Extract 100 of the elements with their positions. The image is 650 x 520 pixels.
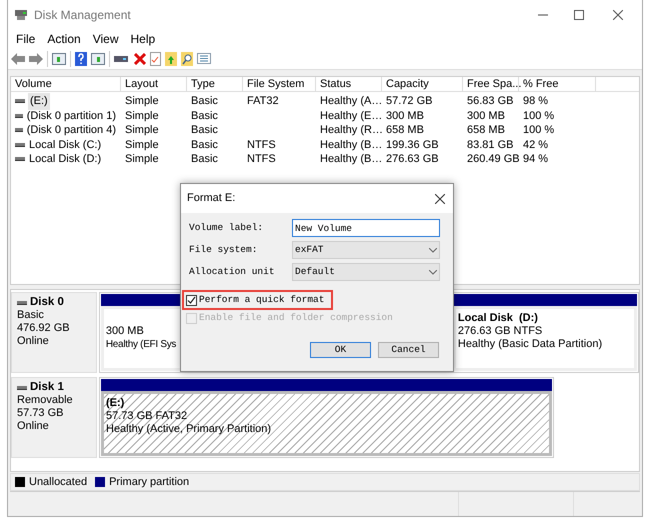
back-icon[interactable]: [11, 52, 25, 64]
volume-name[interactable]: (Disk 0 partition 1): [26, 108, 117, 124]
table-cell-text: Simple: [125, 108, 159, 124]
column-header[interactable]: Status: [316, 77, 382, 91]
column-header[interactable]: % Free: [519, 77, 596, 91]
drive-icon[interactable]: [114, 54, 130, 64]
partition-size: 276.63 GB NTFS: [458, 325, 544, 338]
table-cell-text: Simple: [125, 152, 159, 167]
column-header[interactable]: Volume: [11, 77, 121, 91]
table-cell-text: Healthy (A…: [320, 94, 382, 109]
text-field[interactable]: New Volume: [292, 219, 440, 237]
table-cell-text: 658 MB: [467, 123, 505, 138]
partition-label: (E:): [106, 397, 126, 410]
volume-name[interactable]: (Disk 0 partition 4): [26, 122, 117, 138]
table-cell-text: 276.63 GB: [386, 152, 439, 167]
table-cell-text: 199.36 GB: [386, 138, 439, 152]
table-cell-text: FAT32: [247, 94, 279, 109]
menu-item[interactable]: View: [86, 30, 124, 48]
volume-name[interactable]: (E:): [28, 93, 50, 110]
menu-item[interactable]: Help: [124, 30, 162, 48]
folder-search-icon[interactable]: [181, 52, 193, 66]
chevron-icon: [429, 270, 437, 274]
partition-size: 300 MB: [106, 325, 145, 338]
field-label: Allocation unit: [189, 264, 276, 279]
table-cell-text: Healthy (R…: [320, 123, 383, 138]
help-icon[interactable]: [75, 52, 87, 66]
table-cell-text: 260.49 GB: [467, 152, 520, 167]
table-cell-text: 658 MB: [386, 123, 424, 138]
close-icon[interactable]: [613, 10, 623, 20]
table-cell-text: Basic: [191, 123, 218, 138]
table-cell-text: Simple: [125, 123, 159, 138]
column-header[interactable]: Capacity: [382, 77, 463, 91]
menu-item[interactable]: Action: [41, 30, 87, 48]
legend-label: Primary partition: [109, 474, 190, 490]
table-cell-text: 94 %: [523, 152, 548, 167]
volume-name[interactable]: Local Disk (D:): [28, 151, 102, 168]
field-label: Volume label:: [189, 220, 264, 235]
column-header[interactable]: Type: [187, 77, 243, 91]
partition-box[interactable]: Local Disk (D:) 276.63 GB NTFS Healthy (Basic Data Partition): [452, 306, 637, 371]
table-cell-text: Basic: [191, 94, 218, 109]
table-cell-text: Basic: [191, 108, 218, 124]
drive-icon: [15, 128, 23, 132]
panel-icon[interactable]: [91, 52, 105, 64]
column-header[interactable]: Layout: [121, 77, 187, 91]
table-cell-text: Simple: [125, 138, 159, 152]
folder-up-icon[interactable]: [165, 52, 177, 66]
table-cell-text: 42 %: [523, 138, 548, 152]
dialog-title: Format E:: [187, 191, 236, 206]
table-cell-text: 83.81 GB: [467, 138, 514, 152]
table-cell-text: 98 %: [523, 94, 548, 109]
dropdown[interactable]: Default: [292, 263, 440, 281]
column-header[interactable]: File System: [243, 77, 316, 91]
close-button[interactable]: [433, 192, 447, 206]
dropdown[interactable]: exFAT: [292, 241, 440, 259]
table-cell-text: NTFS: [247, 138, 276, 152]
table-cell-text: 300 MB: [467, 108, 505, 124]
disk-type: Removable: [17, 394, 74, 407]
window-title: Disk Management: [34, 7, 131, 24]
drive-icon: [15, 114, 23, 118]
legend-label: Unallocated: [29, 474, 88, 490]
option-label: Enable file and folder compression: [199, 310, 393, 325]
partition-box[interactable]: (E:) 57.73 GB FAT32 Healthy (Active, Primary Partition): [101, 391, 552, 456]
table-cell-text: Basic: [191, 138, 218, 152]
menu-item[interactable]: File: [10, 30, 42, 48]
partition-health: Healthy (Basic Data Partition): [458, 338, 604, 351]
disk-name: Disk 1: [30, 381, 64, 394]
table-cell-text: 100 %: [523, 108, 554, 124]
partition-label: Local Disk (D:): [458, 312, 539, 325]
disk-type: Basic: [17, 309, 45, 322]
maximize-icon[interactable]: [574, 10, 584, 20]
table-cell-text: 300 MB: [386, 108, 424, 124]
table-cell-text: 100 %: [523, 123, 554, 138]
column-header[interactable]: Free Spa...: [463, 77, 519, 91]
partition-health: Healthy (EFI Sys: [106, 338, 178, 351]
list-icon[interactable]: [197, 53, 211, 64]
field-label: File system:: [189, 242, 258, 257]
app-icon: [14, 9, 28, 21]
disk-size: 57.73 GB: [17, 407, 64, 420]
volume-name[interactable]: Local Disk (C:): [28, 136, 102, 153]
disk-status: Online: [17, 420, 50, 433]
forward-icon[interactable]: [29, 52, 43, 64]
delete-icon[interactable]: [134, 52, 146, 64]
partition-size: 57.73 GB FAT32: [106, 410, 188, 423]
dialog-button[interactable]: Cancel: [378, 342, 439, 358]
disk-name: Disk 0: [30, 296, 64, 309]
table-cell-text: Healthy (B…: [320, 138, 382, 152]
dialog-button[interactable]: OK: [310, 342, 371, 358]
table-cell-text: Healthy (B…: [320, 152, 382, 167]
checkbox[interactable]: [186, 294, 197, 306]
panel-icon[interactable]: [52, 52, 66, 64]
table-cell-text: 56.83 GB: [467, 94, 514, 109]
disk-size: 476.92 GB: [17, 322, 71, 335]
document-check-icon[interactable]: [150, 52, 161, 66]
partition-health: Healthy (Active, Primary Partition): [106, 423, 272, 436]
chevron-icon: [429, 248, 437, 252]
disk-status: Online: [17, 335, 50, 348]
table-cell-text: Basic: [191, 152, 218, 167]
table-cell-text: Healthy (E…: [320, 108, 382, 124]
table-cell-text: Simple: [125, 94, 159, 109]
option-label: Perform a quick format: [199, 292, 324, 307]
